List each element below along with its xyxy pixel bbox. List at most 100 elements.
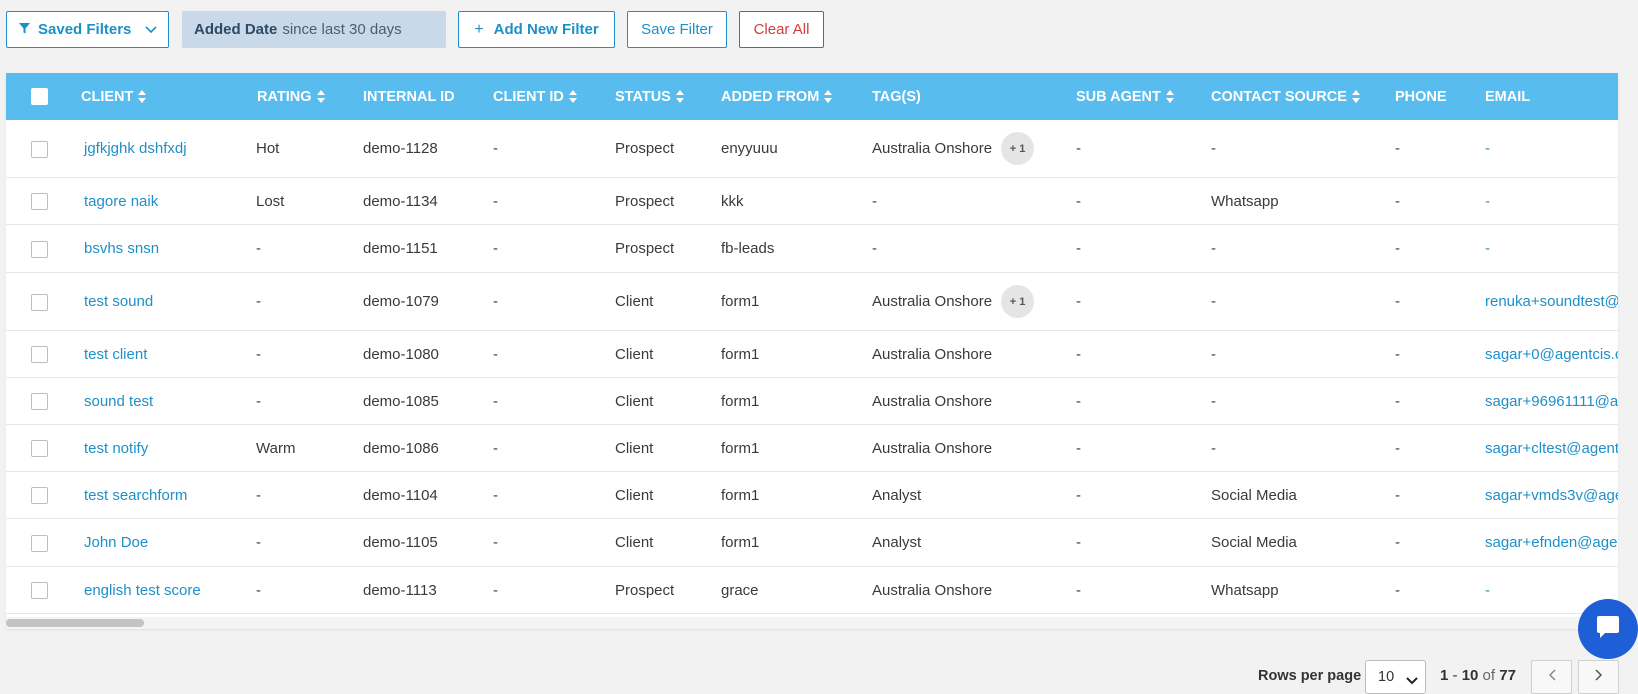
- client-name-link-text[interactable]: test notify: [84, 440, 148, 457]
- email-link-text[interactable]: sagar+96961111@a: [1485, 393, 1618, 410]
- client-name-link-text[interactable]: bsvhs snsn: [84, 240, 159, 257]
- column-header-status[interactable]: STATUS: [615, 73, 684, 120]
- table-row[interactable]: tagore naik Lost demo-1134 - Prospect kkk - - Wh…: [6, 178, 1618, 225]
- client-name-link[interactable]: test sound: [84, 273, 153, 330]
- row-checkbox[interactable]: [31, 193, 48, 210]
- row-checkbox[interactable]: [31, 440, 48, 457]
- sub-agent-cell: -: [1076, 519, 1081, 566]
- table-row[interactable]: test client - demo-1080 - Client form1 Austral…: [6, 331, 1618, 378]
- column-header-rating[interactable]: RATING: [257, 73, 325, 120]
- sub-agent-cell: -: [1076, 472, 1081, 518]
- row-checkbox[interactable]: [31, 293, 48, 311]
- rows-per-page-select[interactable]: 10: [1365, 660, 1426, 694]
- client-name-link-text[interactable]: John Doe: [84, 534, 148, 551]
- client-name-link[interactable]: bsvhs snsn: [84, 225, 159, 272]
- phone-cell: -: [1395, 472, 1400, 518]
- client-name-link-text[interactable]: test searchform: [84, 487, 187, 504]
- email-link[interactable]: sagar+vmds3v@age: [1485, 472, 1618, 518]
- row-checkbox[interactable]: [31, 393, 48, 410]
- internal-id-cell-text: demo-1085: [363, 392, 439, 410]
- column-header-added-from[interactable]: ADDED FROM: [721, 73, 833, 120]
- email-link[interactable]: sagar+cltest@agent: [1485, 425, 1618, 471]
- client-name-link-text[interactable]: sound test: [84, 393, 153, 410]
- next-page-button[interactable]: [1578, 660, 1619, 694]
- add-new-filter-button[interactable]: + Add New Filter: [458, 11, 615, 48]
- contact-source-cell-text: Social Media: [1211, 534, 1297, 551]
- client-id-cell: -: [493, 425, 498, 471]
- rating-cell-text: -: [256, 534, 261, 551]
- clear-all-button[interactable]: Clear All: [739, 11, 824, 48]
- client-name-link[interactable]: sound test: [84, 378, 153, 424]
- client-name-link[interactable]: tagore naik: [84, 178, 158, 224]
- column-header-internal-id: INTERNAL ID: [363, 73, 455, 120]
- table-row[interactable]: jgfkjghk dshfxdj Hot demo-1128 - Prospect eny…: [6, 120, 1618, 178]
- email-link[interactable]: -: [1485, 120, 1490, 177]
- email-link-text[interactable]: sagar+efnden@age: [1485, 534, 1617, 551]
- table-row[interactable]: sound test - demo-1085 - Client form1 Australi…: [6, 378, 1618, 425]
- more-tags-badge[interactable]: + 1: [1001, 132, 1035, 165]
- table-row[interactable]: test notify Warm demo-1086 - Client form1 Aust…: [6, 425, 1618, 472]
- column-header-client[interactable]: CLIENT: [81, 73, 147, 120]
- column-header-contact-source[interactable]: CONTACT SOURCE: [1211, 73, 1360, 120]
- save-filter-button[interactable]: Save Filter: [627, 11, 727, 48]
- table-row[interactable]: test sound - demo-1079 - Client form1 Australi…: [6, 273, 1618, 331]
- email-link-text[interactable]: renuka+soundtest@: [1485, 293, 1618, 310]
- status-cell: Prospect: [615, 120, 674, 177]
- status-cell-text: Client: [615, 439, 654, 457]
- date-filter-chip[interactable]: Added Date since last 30 days: [182, 11, 446, 48]
- clients-table: CLIENT RATING INTERNAL ID CLIENT ID STAT…: [6, 73, 1618, 629]
- previous-page-button[interactable]: [1531, 660, 1572, 694]
- status-cell-text: Client: [615, 392, 654, 410]
- more-tags-badge[interactable]: + 1: [1001, 285, 1035, 318]
- row-checkbox[interactable]: [31, 346, 48, 363]
- client-name-link[interactable]: John Doe: [84, 519, 148, 566]
- email-link-text[interactable]: -: [1485, 240, 1490, 257]
- client-name-link-text[interactable]: tagore naik: [84, 193, 158, 210]
- email-link[interactable]: sagar+efnden@age: [1485, 519, 1617, 566]
- email-link[interactable]: -: [1485, 178, 1490, 224]
- client-name-link[interactable]: english test score: [84, 567, 201, 613]
- table-row[interactable]: english test score - demo-1113 - Prospect gra…: [6, 567, 1618, 614]
- column-header-client-id[interactable]: CLIENT ID: [493, 73, 577, 120]
- row-checkbox[interactable]: [31, 140, 48, 158]
- email-link[interactable]: sagar+0@agentcis.c: [1485, 331, 1618, 377]
- row-checkbox[interactable]: [31, 534, 48, 552]
- email-link-text[interactable]: sagar+vmds3v@age: [1485, 487, 1618, 504]
- client-name-link[interactable]: test notify: [84, 425, 148, 471]
- email-link[interactable]: -: [1485, 225, 1490, 272]
- email-link-text[interactable]: -: [1485, 140, 1490, 157]
- client-name-link-text[interactable]: english test score: [84, 582, 201, 599]
- rows-per-page-value: 10: [1378, 669, 1395, 685]
- saved-filters-button[interactable]: Saved Filters: [6, 11, 169, 48]
- rating-cell: -: [256, 472, 261, 518]
- row-checkbox[interactable]: [31, 582, 48, 599]
- email-link-text[interactable]: -: [1485, 193, 1490, 210]
- horizontal-scrollbar[interactable]: [6, 617, 1618, 629]
- client-name-link-text[interactable]: test sound: [84, 293, 153, 310]
- email-link[interactable]: sagar+96961111@a: [1485, 378, 1618, 424]
- email-link[interactable]: renuka+soundtest@: [1485, 273, 1618, 330]
- sub-agent-cell-text: -: [1076, 439, 1081, 457]
- column-header-sub-agent[interactable]: SUB AGENT: [1076, 73, 1174, 120]
- client-name-link[interactable]: jgfkjghk dshfxdj: [84, 120, 187, 177]
- row-checkbox[interactable]: [31, 487, 48, 504]
- table-row[interactable]: test searchform - demo-1104 - Client form1 Ana…: [6, 472, 1618, 519]
- chat-launcher-button[interactable]: [1578, 599, 1638, 659]
- table-row[interactable]: John Doe - demo-1105 - Client form1 Analyst - So…: [6, 519, 1618, 567]
- email-link-text[interactable]: -: [1485, 582, 1490, 599]
- email-link-text[interactable]: sagar+0@agentcis.c: [1485, 346, 1618, 363]
- client-name-link[interactable]: test client: [84, 331, 147, 377]
- client-name-link-text[interactable]: jgfkjghk dshfxdj: [84, 140, 187, 157]
- email-link[interactable]: -: [1485, 567, 1490, 613]
- row-checkbox[interactable]: [31, 240, 48, 258]
- status-cell-text: Prospect: [615, 140, 675, 157]
- rating-cell: -: [256, 273, 261, 330]
- rating-cell: -: [256, 567, 261, 613]
- client-name-link-text[interactable]: test client: [84, 346, 147, 363]
- email-link-text[interactable]: sagar+cltest@agent: [1485, 440, 1618, 457]
- added-from-cell-text: kkk: [721, 192, 744, 210]
- client-name-link[interactable]: test searchform: [84, 472, 187, 518]
- scrollbar-thumb[interactable]: [6, 619, 144, 627]
- table-row[interactable]: bsvhs snsn - demo-1151 - Prospect fb-leads - - -…: [6, 225, 1618, 273]
- select-all-checkbox[interactable]: [31, 88, 48, 105]
